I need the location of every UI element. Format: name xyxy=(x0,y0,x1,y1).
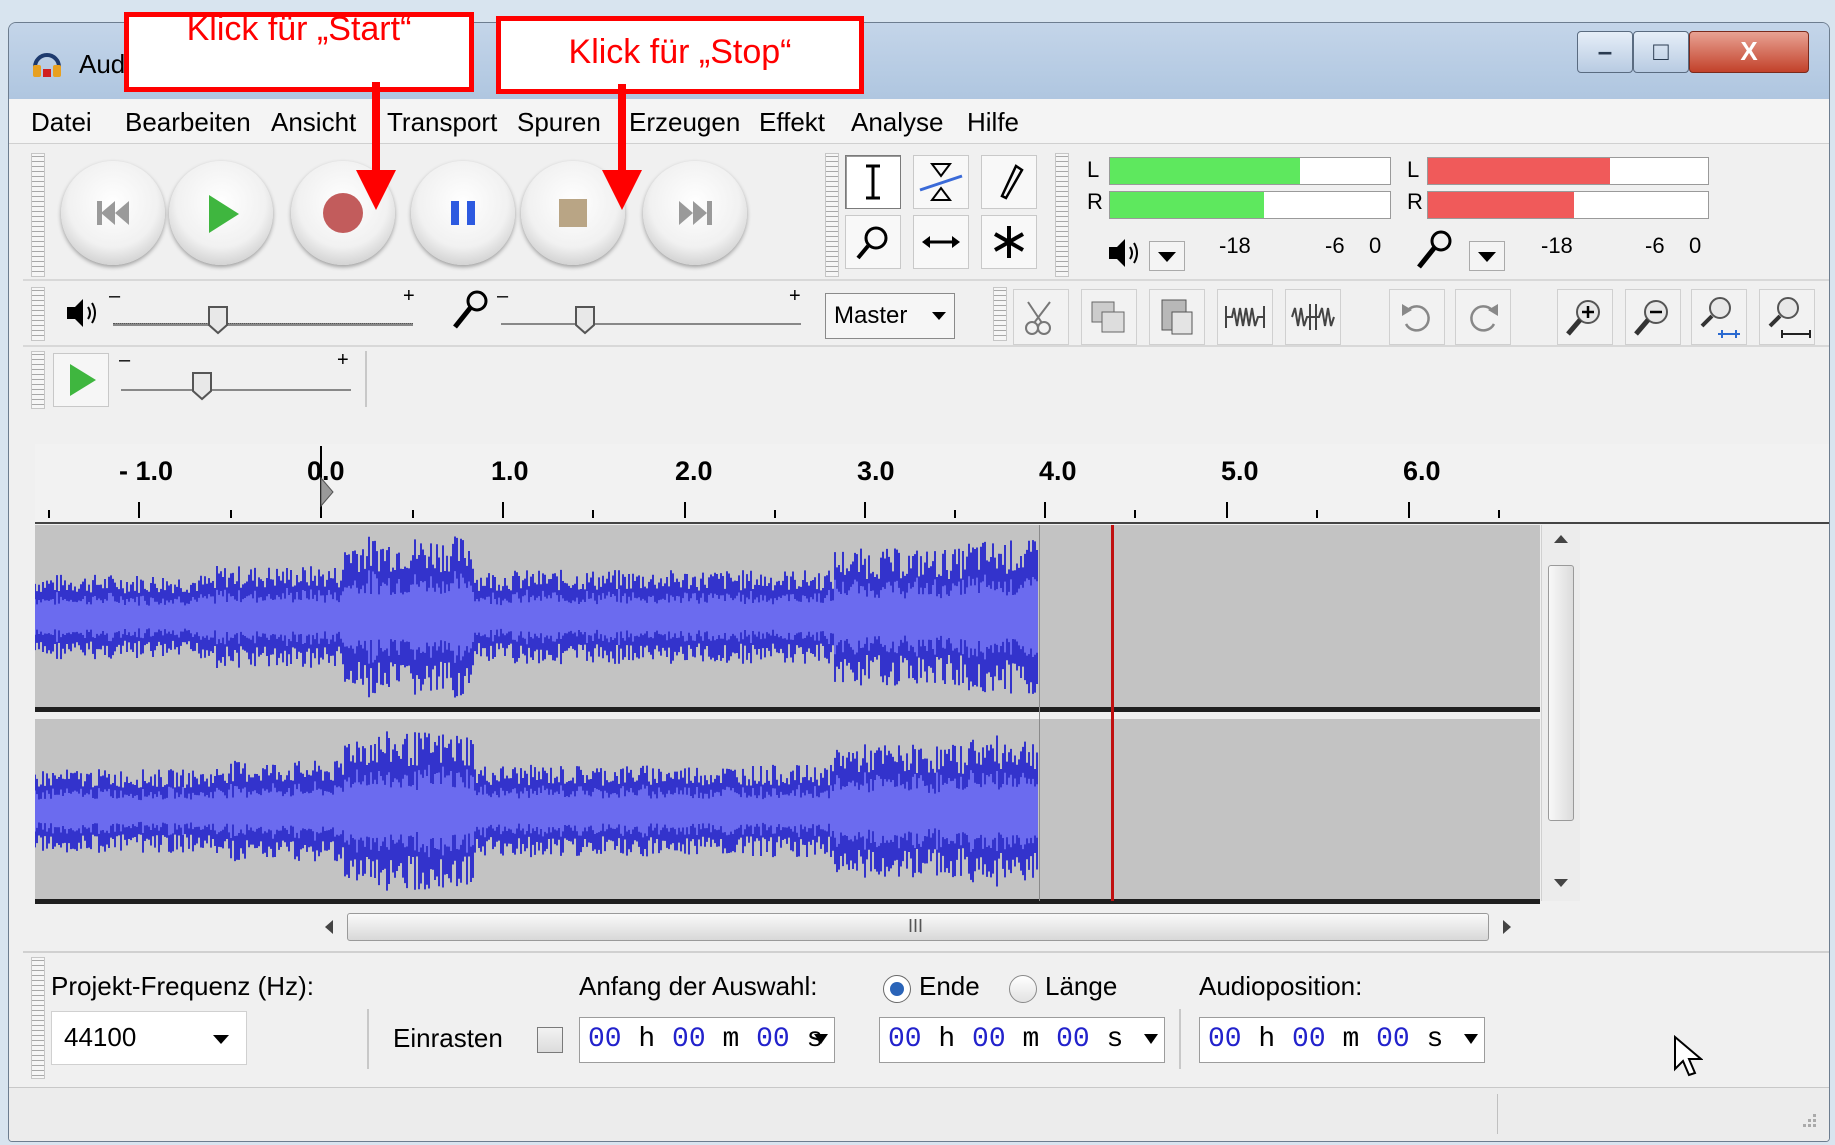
annotation-arrows xyxy=(356,82,642,210)
start-arrowhead xyxy=(356,170,396,210)
stop-arrowhead xyxy=(602,170,642,210)
